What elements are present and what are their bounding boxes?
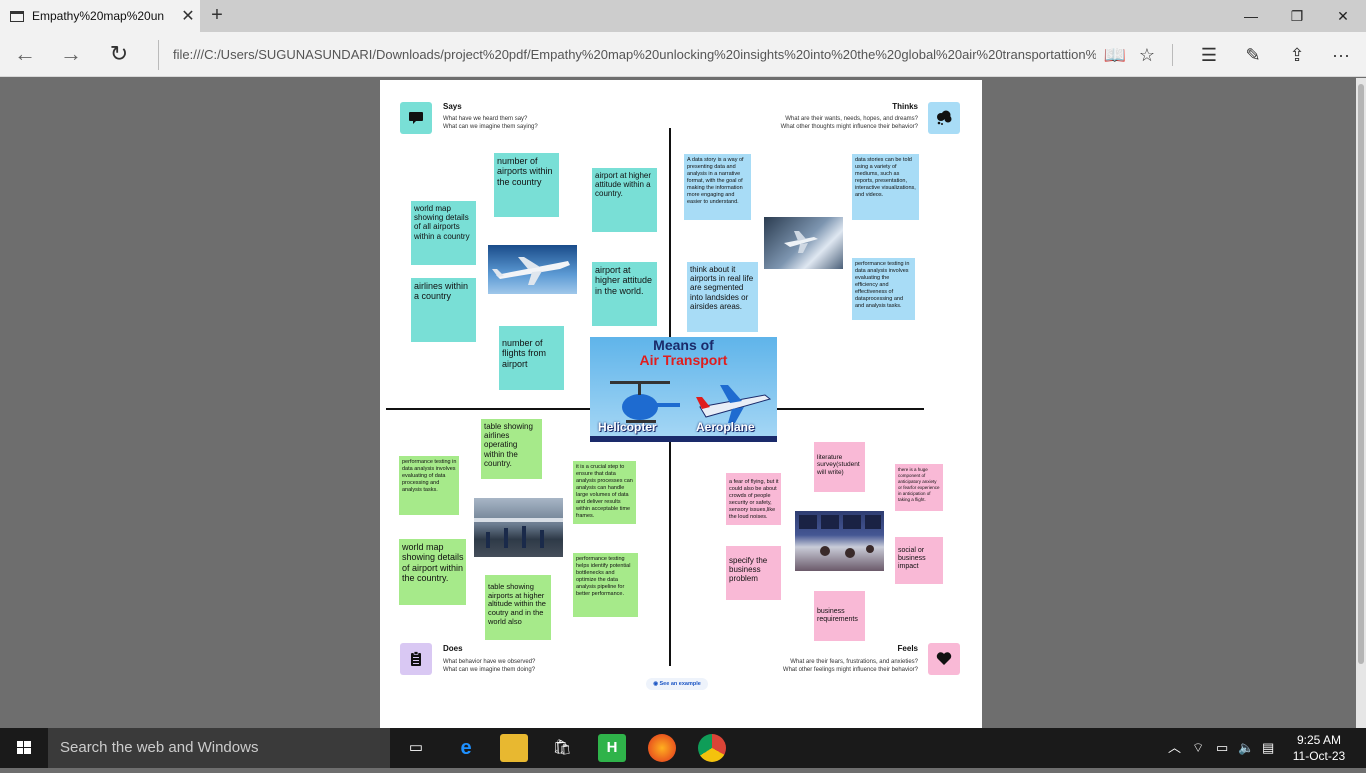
volume-icon[interactable]: 🔈 <box>1238 728 1254 768</box>
says-subtitle-2: What can we imagine them saying? <box>443 124 538 130</box>
does-subtitle-2: What can we imagine them doing? <box>443 667 536 673</box>
thought-cloud-icon <box>928 102 960 134</box>
says-note[interactable]: number of flights from airport <box>499 326 564 390</box>
airport-crowd-photo <box>795 511 884 571</box>
airport-terminal-photo <box>474 498 563 557</box>
taskbar-clock[interactable]: 9:25 AM 11-Oct-23 <box>1290 732 1348 764</box>
edge-browser-icon[interactable]: e <box>452 734 480 762</box>
close-window-button[interactable]: ✕ <box>1320 0 1366 32</box>
minimize-button[interactable]: — <box>1228 0 1274 32</box>
feels-note[interactable]: a fear of flying, but it could also be a… <box>726 473 781 525</box>
says-note[interactable]: airlines within a country <box>411 278 476 342</box>
share-icon[interactable]: ⇪ <box>1282 40 1312 70</box>
forward-button[interactable]: → <box>56 40 86 70</box>
store-icon[interactable]: 🛍 <box>548 734 576 762</box>
does-note[interactable]: performance testing helps identify poten… <box>573 553 638 617</box>
feels-note[interactable]: specify the business problem <box>726 546 781 600</box>
browser-title-bar: Empathy%20map%20un ✕ + — ❐ ✕ <box>0 0 1366 32</box>
feels-subtitle-2: What other feelings might influence thei… <box>782 667 918 673</box>
thinks-note[interactable]: performance testing in data analysis inv… <box>852 258 915 320</box>
scrollbar-thumb[interactable] <box>1358 84 1364 664</box>
means-of-air-transport-image: Means of Air Transport Helicopter Aeropl… <box>590 337 777 442</box>
windows-taskbar: Search the web and Windows ▭ e 🛍 H ︿ ⌔ ▭… <box>0 728 1366 768</box>
action-center-icon[interactable]: ▤ <box>1262 728 1274 768</box>
toolbar-divider <box>1172 44 1173 66</box>
battery-icon[interactable]: ▭ <box>1216 728 1228 768</box>
empathy-map-page: Says What have we heard them say? What c… <box>380 80 982 728</box>
address-bar[interactable]: file:///C:/Users/SUGUNASUNDARI/Downloads… <box>158 40 1096 70</box>
says-subtitle-1: What have we heard them say? <box>443 116 528 122</box>
clock-time: 9:25 AM <box>1296 733 1342 747</box>
speech-bubble-icon <box>400 102 432 134</box>
back-button[interactable]: ← <box>10 40 40 70</box>
app-h-icon[interactable]: H <box>598 734 626 762</box>
center-image-title-2: Air Transport <box>639 352 728 368</box>
address-toolbar: ← → ↻ file:///C:/Users/SUGUNASUNDARI/Dow… <box>0 32 1366 77</box>
does-note[interactable]: it is a crucial step to ensure that data… <box>573 461 636 524</box>
feels-note[interactable]: there is a huge component of anticipator… <box>895 464 943 511</box>
thinks-subtitle-2: What other thoughts might influence thei… <box>780 124 918 130</box>
new-tab-button[interactable]: + <box>204 4 230 28</box>
center-image-label-helicopter: Helicopter <box>598 420 657 434</box>
does-note[interactable]: performance testing in data analysis inv… <box>399 456 459 515</box>
center-image-title-1: Means of <box>653 337 714 353</box>
runway-airplane-photo <box>764 217 843 269</box>
browser-tab[interactable]: Empathy%20map%20un ✕ <box>0 0 200 32</box>
says-note[interactable]: airport at higher attitude within a coun… <box>592 168 657 232</box>
center-image-label-aeroplane: Aeroplane <box>696 420 755 434</box>
more-icon[interactable]: ··· <box>1326 40 1356 70</box>
thinks-note[interactable]: A data story is a way of presenting data… <box>684 154 751 220</box>
reading-view-icon[interactable]: 📖 <box>1100 40 1130 70</box>
start-button[interactable] <box>0 728 48 768</box>
hub-icon[interactable]: ☰ <box>1194 40 1224 70</box>
thinks-note[interactable]: think about it airports in real life are… <box>687 262 758 332</box>
firefox-icon[interactable] <box>648 734 676 762</box>
see-an-example-label: See an example <box>659 681 701 687</box>
clipboard-icon <box>400 643 432 675</box>
feels-note[interactable]: social or business impact <box>895 537 943 584</box>
does-subtitle-1: What behavior have we observed? <box>443 659 536 665</box>
feels-subtitle-1: What are their fears, frustrations, and … <box>790 659 918 665</box>
feels-title: Feels <box>897 644 918 653</box>
airplane-photo <box>488 245 577 294</box>
task-view-icon[interactable]: ▭ <box>402 734 430 762</box>
feels-note[interactable]: business requirements <box>814 591 865 641</box>
wifi-icon[interactable]: ⌔ <box>1192 728 1204 768</box>
refresh-button[interactable]: ↻ <box>104 40 134 70</box>
heart-icon <box>928 643 960 675</box>
says-note[interactable]: airport at higher attitude in the world. <box>592 262 657 326</box>
close-tab-icon[interactable]: ✕ <box>176 6 200 26</box>
chrome-icon[interactable] <box>698 734 726 762</box>
maximize-button[interactable]: ❐ <box>1274 0 1320 32</box>
thinks-subtitle-1: What are their wants, needs, hopes, and … <box>785 116 918 122</box>
clock-date: 11-Oct-23 <box>1292 749 1346 763</box>
thinks-title: Thinks <box>892 102 918 111</box>
page-icon <box>10 10 24 22</box>
does-title: Does <box>443 644 463 653</box>
says-title: Says <box>443 102 462 111</box>
does-note[interactable]: table showing airports at higher altitud… <box>485 575 551 640</box>
says-note[interactable]: number of airports within the country <box>494 153 559 217</box>
see-an-example-button[interactable]: ◉ See an example <box>646 678 708 690</box>
vertical-scrollbar[interactable] <box>1356 78 1366 728</box>
feels-note[interactable]: literature survey(student will write) <box>814 442 865 492</box>
does-note[interactable]: world map showing details of airport wit… <box>399 539 466 605</box>
show-hidden-icons-chevron[interactable]: ︿ <box>1168 728 1181 768</box>
favorite-star-icon[interactable]: ☆ <box>1132 40 1162 70</box>
does-note[interactable]: table showing airlines operating within … <box>481 419 542 479</box>
taskbar-search-box[interactable]: Search the web and Windows <box>48 728 390 768</box>
thinks-note[interactable]: data stories can be told using a variety… <box>852 154 919 220</box>
says-note[interactable]: world map showing details of all airport… <box>411 201 476 265</box>
tab-title: Empathy%20map%20un <box>32 9 165 23</box>
web-note-icon[interactable]: ✎ <box>1238 40 1268 70</box>
file-explorer-icon[interactable] <box>500 734 528 762</box>
